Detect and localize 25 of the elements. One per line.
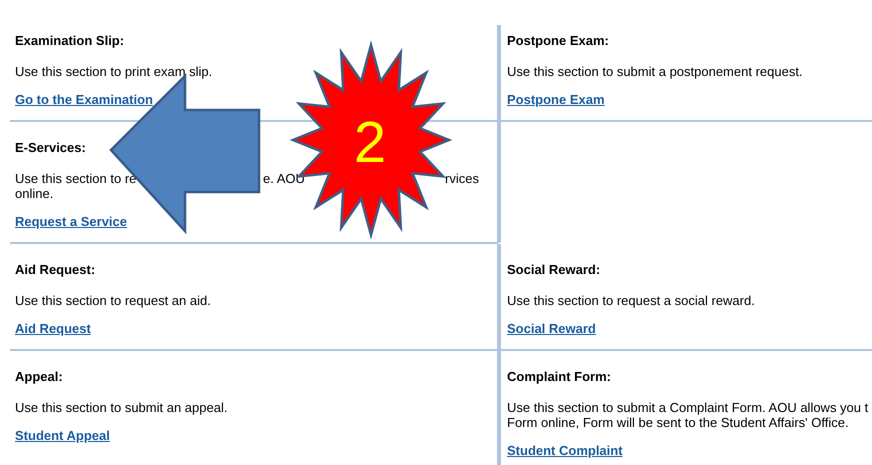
description-text: Use this section to submit a Complaint Form. AOU allows you t — [507, 400, 868, 415]
section-link[interactable]: Social Reward — [507, 321, 596, 336]
description-text: Use this section to request a social reward. — [507, 293, 755, 308]
section-link[interactable]: Request a Service — [15, 214, 128, 229]
section-link[interactable]: Go to the Examination — [15, 92, 153, 107]
description-text: Form online, Form will be sent to the Student Affairs' Office. — [507, 415, 849, 430]
description-text: Use this section to re — [15, 171, 136, 186]
section-link[interactable]: Aid Request — [15, 321, 91, 336]
section-title: Examination Slip: — [15, 33, 126, 49]
section-title: Social Reward: — [507, 262, 602, 278]
description-text: rvices — [445, 171, 479, 186]
callout-number: 2 — [352, 109, 388, 177]
section-title: Complaint Form: — [507, 369, 612, 385]
description-text: Use this section to request an aid. — [15, 293, 211, 308]
description-text: Use this section to print exam slip. — [15, 64, 212, 79]
section-title: Aid Request: — [15, 262, 96, 278]
description-text: Use this section to submit a postponement request. — [507, 64, 803, 79]
section-link[interactable]: Student Appeal — [15, 428, 110, 443]
section-title: Postpone Exam: — [507, 33, 610, 49]
description-text: online. — [15, 186, 54, 201]
section-link[interactable]: Postpone Exam — [507, 92, 605, 107]
description-text: Use this section to submit an appeal. — [15, 400, 228, 415]
section-title: Appeal: — [15, 369, 64, 385]
section-link[interactable]: Student Complaint — [507, 443, 623, 458]
section-title: E-Services: — [15, 140, 87, 156]
